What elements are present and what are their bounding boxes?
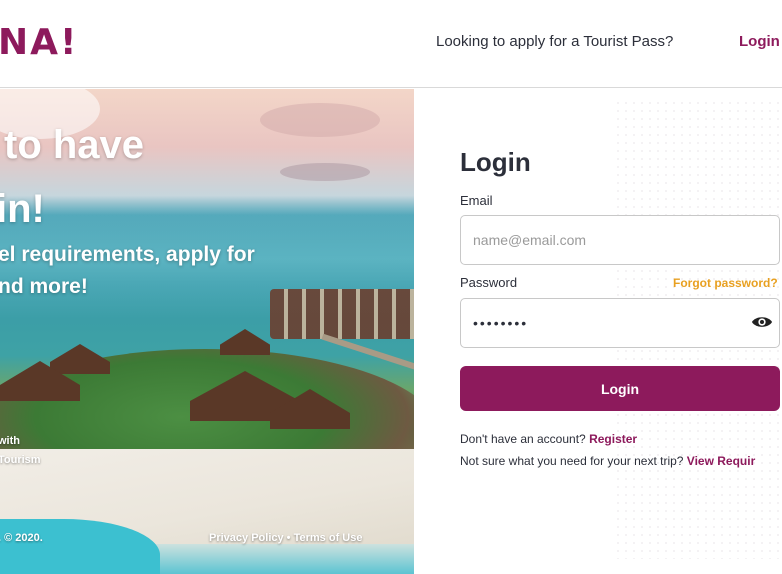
top-header: NA! Looking to apply for a Tourist Pass?… bbox=[0, 0, 782, 88]
view-requirements-link[interactable]: View Requir bbox=[687, 454, 755, 468]
no-account-text: Don't have an account? bbox=[460, 432, 586, 446]
water-villas bbox=[270, 289, 414, 339]
hero-subtitle-line2: nd more! bbox=[0, 275, 88, 298]
header-login-link[interactable]: Login bbox=[739, 33, 780, 50]
password-input[interactable] bbox=[460, 298, 780, 348]
hero-title-line2: in! bbox=[0, 187, 45, 231]
tourist-pass-link[interactable]: Looking to apply for a Tourist Pass? bbox=[436, 33, 673, 50]
brand-logo[interactable]: NA! bbox=[0, 22, 78, 63]
privacy-policy-link[interactable]: Privacy Policy bbox=[209, 532, 284, 544]
terms-of-use-link[interactable]: Terms of Use bbox=[294, 532, 363, 544]
hero-subtitle-line1: el requirements, apply for bbox=[0, 243, 255, 266]
cloud-decoration bbox=[260, 103, 380, 137]
register-row: Don't have an account? Register bbox=[460, 432, 637, 446]
password-label: Password bbox=[460, 275, 518, 290]
register-link[interactable]: Register bbox=[589, 432, 637, 446]
copyright-text: . © 2020. bbox=[0, 532, 43, 544]
forgot-password-link[interactable]: Forgot password? bbox=[673, 276, 778, 290]
hero-title-line1: to have bbox=[4, 123, 145, 167]
login-title: Login bbox=[460, 147, 531, 177]
footer-links: Privacy Policy • Terms of Use bbox=[209, 532, 362, 544]
partner-text-line2: Tourism bbox=[0, 454, 41, 466]
hut bbox=[220, 329, 270, 355]
hero-image: to have in! el requirements, apply for n… bbox=[0, 89, 414, 574]
login-button[interactable]: Login bbox=[460, 366, 780, 411]
email-input[interactable] bbox=[460, 215, 780, 265]
cloud-decoration bbox=[280, 163, 370, 181]
eye-icon[interactable] bbox=[751, 313, 773, 331]
email-label: Email bbox=[460, 193, 493, 208]
login-panel: Login Email Password Forgot password? Lo… bbox=[414, 89, 782, 574]
footer-separator: • bbox=[286, 532, 291, 544]
requirements-row: Not sure what you need for your next tri… bbox=[460, 454, 755, 468]
hut bbox=[50, 344, 110, 374]
not-sure-text: Not sure what you need for your next tri… bbox=[460, 454, 684, 468]
partner-text-line1: with bbox=[0, 435, 20, 447]
